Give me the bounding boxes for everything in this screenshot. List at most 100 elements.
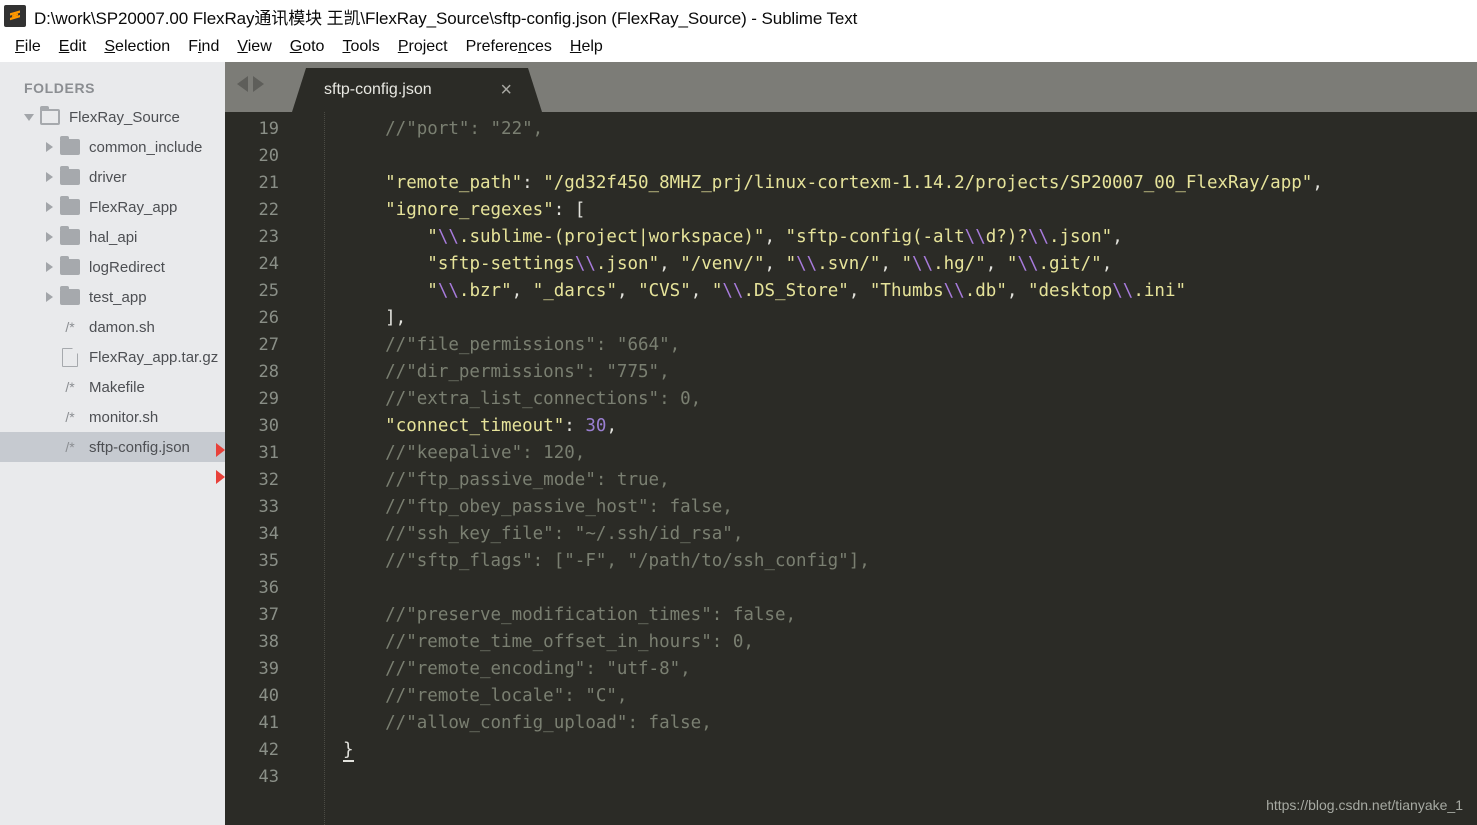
sidebar-item-label: damon.sh <box>89 318 155 336</box>
code-line[interactable]: 22 "ignore_regexes": [ <box>225 197 1477 224</box>
sidebar-header: FOLDERS <box>24 80 96 96</box>
menu-selection[interactable]: Selection <box>95 36 179 58</box>
menu-help[interactable]: Help <box>561 36 612 58</box>
sidebar-item-label: sftp-config.json <box>89 438 190 456</box>
code-view[interactable]: 19 //"port": "22", 20 21 "remote_path": "/… <box>225 112 1477 825</box>
chevron-down-icon[interactable] <box>22 109 38 125</box>
folder-icon <box>60 166 80 185</box>
code-line[interactable]: 37 //"preserve_modification_times": fals… <box>225 602 1477 629</box>
nav-forward-arrow-icon[interactable] <box>253 76 264 92</box>
code-line[interactable]: 33 //"ftp_obey_passive_host": false, <box>225 494 1477 521</box>
chevron-right-icon[interactable] <box>42 229 58 245</box>
line-text: //"remote_encoding": "utf-8", <box>343 659 691 679</box>
code-line[interactable]: 35 //"sftp_flags": ["-F", "/path/to/ssh_… <box>225 548 1477 575</box>
sidebar-item-sftp-config-json[interactable]: /* sftp-config.json <box>0 432 225 462</box>
close-icon[interactable]: × <box>500 80 512 100</box>
code-line[interactable]: 24 "sftp-settings\\.json", "/venv/", "\\… <box>225 251 1477 278</box>
line-text: "remote_path": "/gd32f450_8MHZ_prj/linux… <box>385 173 1323 193</box>
line-number: 39 <box>258 659 279 679</box>
line-text: //"keepalive": 120, <box>343 443 586 463</box>
editor-pane: sftp-config.json × 19 //"port": "22", 20 2… <box>225 62 1477 825</box>
menu-edit[interactable]: Edit <box>50 36 96 58</box>
line-number: 36 <box>258 578 279 598</box>
code-line[interactable]: 42} <box>225 737 1477 764</box>
line-text: "ignore_regexes": [ <box>385 200 586 220</box>
sidebar-item-label: monitor.sh <box>89 408 159 426</box>
sidebar-item-label: test_app <box>89 288 147 306</box>
code-line[interactable]: 21 "remote_path": "/gd32f450_8MHZ_prj/li… <box>225 170 1477 197</box>
line-text: //"file_permissions": "664", <box>343 335 681 355</box>
code-line[interactable]: 31 //"keepalive": 120, <box>225 440 1477 467</box>
code-line[interactable]: 23 "\\.sublime-(project|workspace)", "sf… <box>225 224 1477 251</box>
sidebar-item-hal-api[interactable]: hal_api <box>0 222 225 252</box>
line-text: //"allow_config_upload": false, <box>343 713 712 733</box>
sidebar-item-test-app[interactable]: test_app <box>0 282 225 312</box>
code-line[interactable]: 32 //"ftp_passive_mode": true, <box>225 467 1477 494</box>
code-line[interactable]: 28 //"dir_permissions": "775", <box>225 359 1477 386</box>
tab-sftp-config-json[interactable]: sftp-config.json × <box>292 68 542 112</box>
script-icon: /* <box>65 379 75 395</box>
script-icon: /* <box>65 439 75 455</box>
title-bar: D:\work\SP20007.00 FlexRay通讯模块 王凯\FlexRa… <box>0 0 1477 32</box>
line-number: 24 <box>258 254 279 274</box>
sidebar-item-flexray-app[interactable]: FlexRay_app <box>0 192 225 222</box>
line-number: 28 <box>258 362 279 382</box>
line-text: //"remote_time_offset_in_hours": 0, <box>343 632 754 652</box>
chevron-right-icon[interactable] <box>42 259 58 275</box>
tab-nav-arrows <box>237 76 264 92</box>
sidebar-item-label: logRedirect <box>89 258 165 276</box>
code-line[interactable]: 30 "connect_timeout": 30, <box>225 413 1477 440</box>
folder-icon <box>60 226 80 245</box>
menu-view[interactable]: View <box>228 36 280 58</box>
sidebar-item-logredirect[interactable]: logRedirect <box>0 252 225 282</box>
line-number: 29 <box>258 389 279 409</box>
menu-file[interactable]: File <box>6 36 50 58</box>
line-number: 43 <box>258 767 279 787</box>
change-marker-icon <box>216 470 225 484</box>
code-line[interactable]: 43 <box>225 764 1477 791</box>
line-number: 41 <box>258 713 279 733</box>
code-line[interactable]: 38 //"remote_time_offset_in_hours": 0, <box>225 629 1477 656</box>
chevron-right-icon[interactable] <box>42 289 58 305</box>
code-line[interactable]: 26 ], <box>225 305 1477 332</box>
line-number: 22 <box>258 200 279 220</box>
code-line[interactable]: 27 //"file_permissions": "664", <box>225 332 1477 359</box>
sidebar-item-makefile[interactable]: /* Makefile <box>0 372 225 402</box>
line-number: 21 <box>258 173 279 193</box>
sidebar-item-damon-sh[interactable]: /* damon.sh <box>0 312 225 342</box>
code-line[interactable]: 39 //"remote_encoding": "utf-8", <box>225 656 1477 683</box>
nav-back-arrow-icon[interactable] <box>237 76 248 92</box>
code-line[interactable]: 20 <box>225 143 1477 170</box>
code-line[interactable]: 40 //"remote_locale": "C", <box>225 683 1477 710</box>
line-text: //"port": "22", <box>343 119 544 139</box>
sidebar-item-flexray-source[interactable]: FlexRay_Source <box>0 102 225 132</box>
folder-icon <box>60 196 80 215</box>
sidebar-item-monitor-sh[interactable]: /* monitor.sh <box>0 402 225 432</box>
chevron-right-icon[interactable] <box>42 199 58 215</box>
line-text: "\\.bzr", "_darcs", "CVS", "\\.DS_Store"… <box>427 281 1187 301</box>
code-line[interactable]: 34 //"ssh_key_file": "~/.ssh/id_rsa", <box>225 521 1477 548</box>
sidebar-item-label: Makefile <box>89 378 145 396</box>
sidebar-item-flexray-app-tar-gz[interactable]: FlexRay_app.tar.gz <box>0 342 225 372</box>
chevron-right-icon[interactable] <box>42 169 58 185</box>
menu-tools[interactable]: Tools <box>333 36 388 58</box>
code-line[interactable]: 19 //"port": "22", <box>225 116 1477 143</box>
tab-bar: sftp-config.json × <box>225 62 1477 112</box>
code-line[interactable]: 36 <box>225 575 1477 602</box>
menu-project[interactable]: Project <box>389 36 457 58</box>
sidebar-item-driver[interactable]: driver <box>0 162 225 192</box>
menu-goto[interactable]: Goto <box>281 36 334 58</box>
sidebar-item-label: FlexRay_Source <box>69 108 180 126</box>
menu-preferences[interactable]: Preferences <box>457 36 561 58</box>
chevron-right-icon[interactable] <box>42 139 58 155</box>
code-line[interactable]: 41 //"allow_config_upload": false, <box>225 710 1477 737</box>
sidebar-item-common-include[interactable]: common_include <box>0 132 225 162</box>
code-line[interactable]: 29 //"extra_list_connections": 0, <box>225 386 1477 413</box>
menu-find[interactable]: Find <box>179 36 228 58</box>
line-text: "\\.sublime-(project|workspace)", "sftp-… <box>427 227 1123 247</box>
code-line[interactable]: 25 "\\.bzr", "_darcs", "CVS", "\\.DS_Sto… <box>225 278 1477 305</box>
line-number: 19 <box>258 119 279 139</box>
